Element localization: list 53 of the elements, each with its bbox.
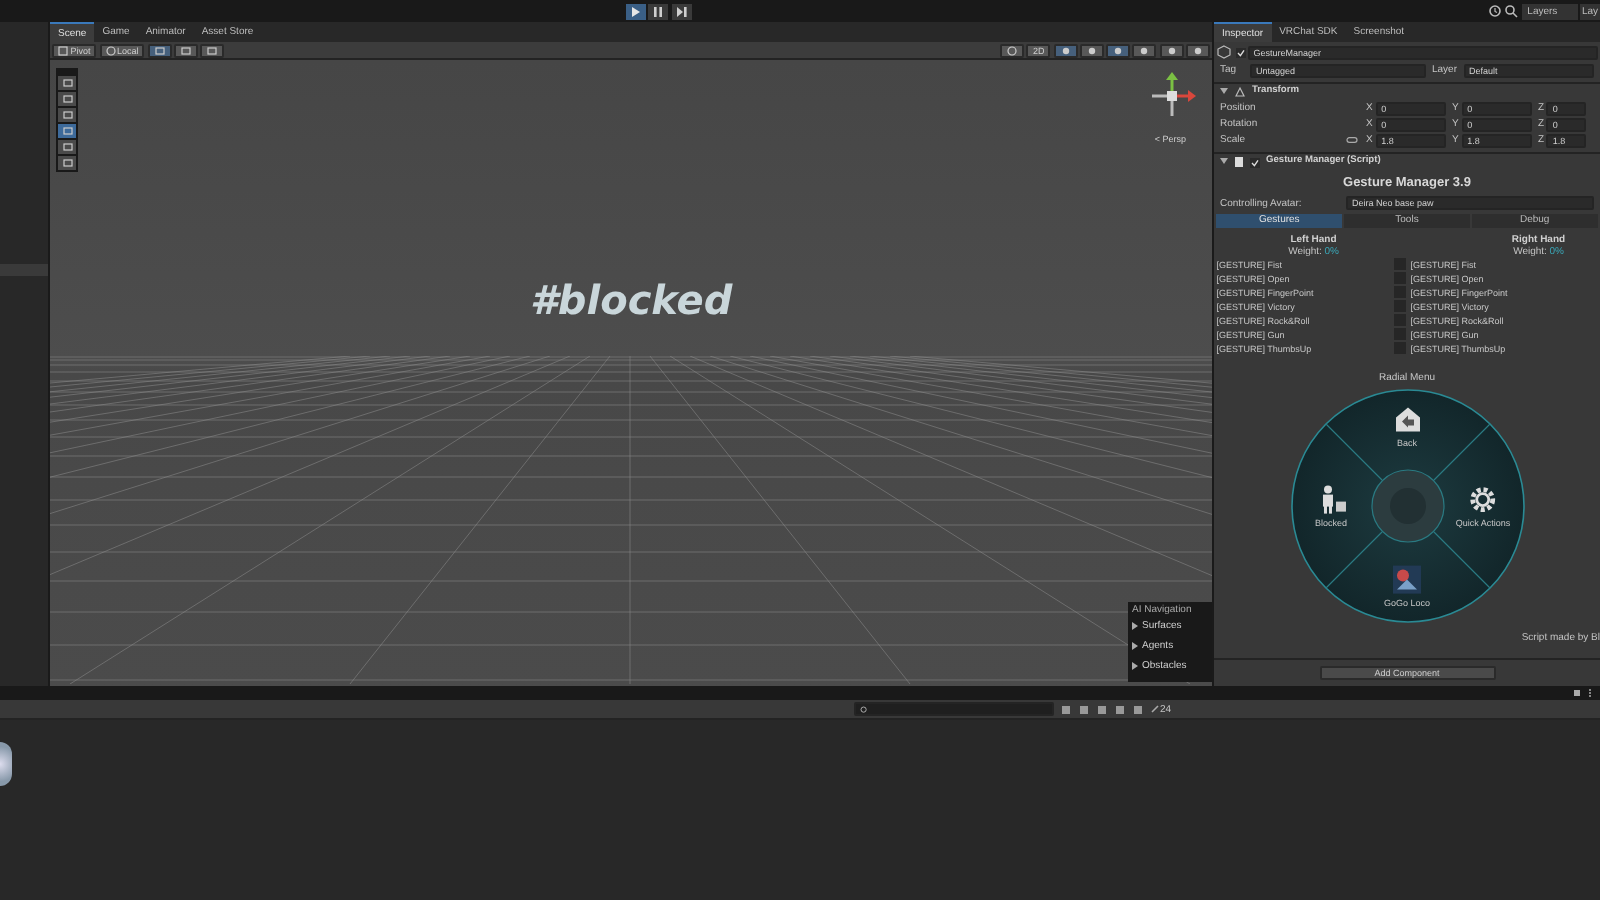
expand-arrow-icon[interactable] bbox=[1132, 662, 1138, 670]
transform-tool-button[interactable] bbox=[58, 140, 76, 154]
link-icon[interactable] bbox=[1346, 136, 1358, 144]
axis-gizmo-icon[interactable] bbox=[1148, 72, 1196, 120]
toolbar-button[interactable] bbox=[1000, 43, 1025, 57]
transform-tool-button[interactable] bbox=[58, 108, 76, 122]
toolbar-button[interactable] bbox=[1106, 43, 1130, 57]
pivot-icon bbox=[58, 45, 69, 55]
gear-icon bbox=[1467, 483, 1499, 516]
hierarchy-row-highlight bbox=[0, 264, 48, 276]
toolbar-button[interactable] bbox=[173, 43, 198, 57]
expand-arrow-icon[interactable] bbox=[1132, 642, 1138, 650]
history-icon[interactable] bbox=[1488, 4, 1503, 18]
play-button[interactable] bbox=[626, 3, 646, 19]
transform-tool-button[interactable] bbox=[58, 76, 76, 90]
scene-overlay-text: #blocked bbox=[530, 276, 733, 324]
home-icon bbox=[1391, 403, 1423, 436]
foldout-arrow-icon[interactable] bbox=[1220, 88, 1228, 96]
expand-arrow-icon[interactable] bbox=[1132, 622, 1138, 630]
asset-thumbnail[interactable] bbox=[0, 742, 12, 786]
search-field[interactable] bbox=[854, 702, 1054, 716]
check-icon bbox=[1250, 157, 1260, 167]
search-icon bbox=[860, 705, 868, 713]
pause-icon bbox=[650, 3, 667, 19]
transform-tool-button[interactable] bbox=[58, 156, 76, 170]
toolbar-button[interactable] bbox=[200, 43, 225, 57]
foldout-arrow-icon[interactable] bbox=[1220, 158, 1228, 166]
tool-icon bbox=[1085, 45, 1098, 55]
toolbar-button[interactable] bbox=[1079, 43, 1104, 57]
cube-icon bbox=[1216, 44, 1233, 60]
toolbar-button[interactable] bbox=[1053, 43, 1077, 57]
tool-icon bbox=[1112, 45, 1124, 55]
script-icon bbox=[1234, 156, 1244, 168]
tool-icon bbox=[1138, 45, 1151, 55]
tool-icon bbox=[1059, 45, 1071, 55]
transform-tool-button[interactable] bbox=[58, 92, 76, 106]
tool-icon bbox=[1165, 45, 1177, 55]
active-checkbox[interactable] bbox=[1235, 47, 1245, 57]
tool-icon bbox=[1191, 45, 1204, 55]
grid-icon bbox=[206, 45, 219, 55]
toolbar-button[interactable] bbox=[1159, 43, 1183, 57]
check-icon bbox=[1235, 47, 1245, 57]
step-icon bbox=[673, 3, 689, 19]
shading-icon bbox=[1006, 45, 1019, 55]
toolbar-button[interactable] bbox=[1185, 43, 1210, 57]
enabled-checkbox[interactable] bbox=[1250, 157, 1260, 167]
step-button[interactable] bbox=[671, 3, 691, 19]
toolbar-button[interactable] bbox=[1132, 43, 1157, 57]
toolbar-button[interactable] bbox=[147, 43, 172, 57]
search-icon[interactable] bbox=[1504, 4, 1519, 18]
pause-button[interactable] bbox=[648, 3, 669, 19]
radial-menu-drawing[interactable] bbox=[1287, 385, 1527, 626]
transform-icon bbox=[1234, 86, 1246, 98]
